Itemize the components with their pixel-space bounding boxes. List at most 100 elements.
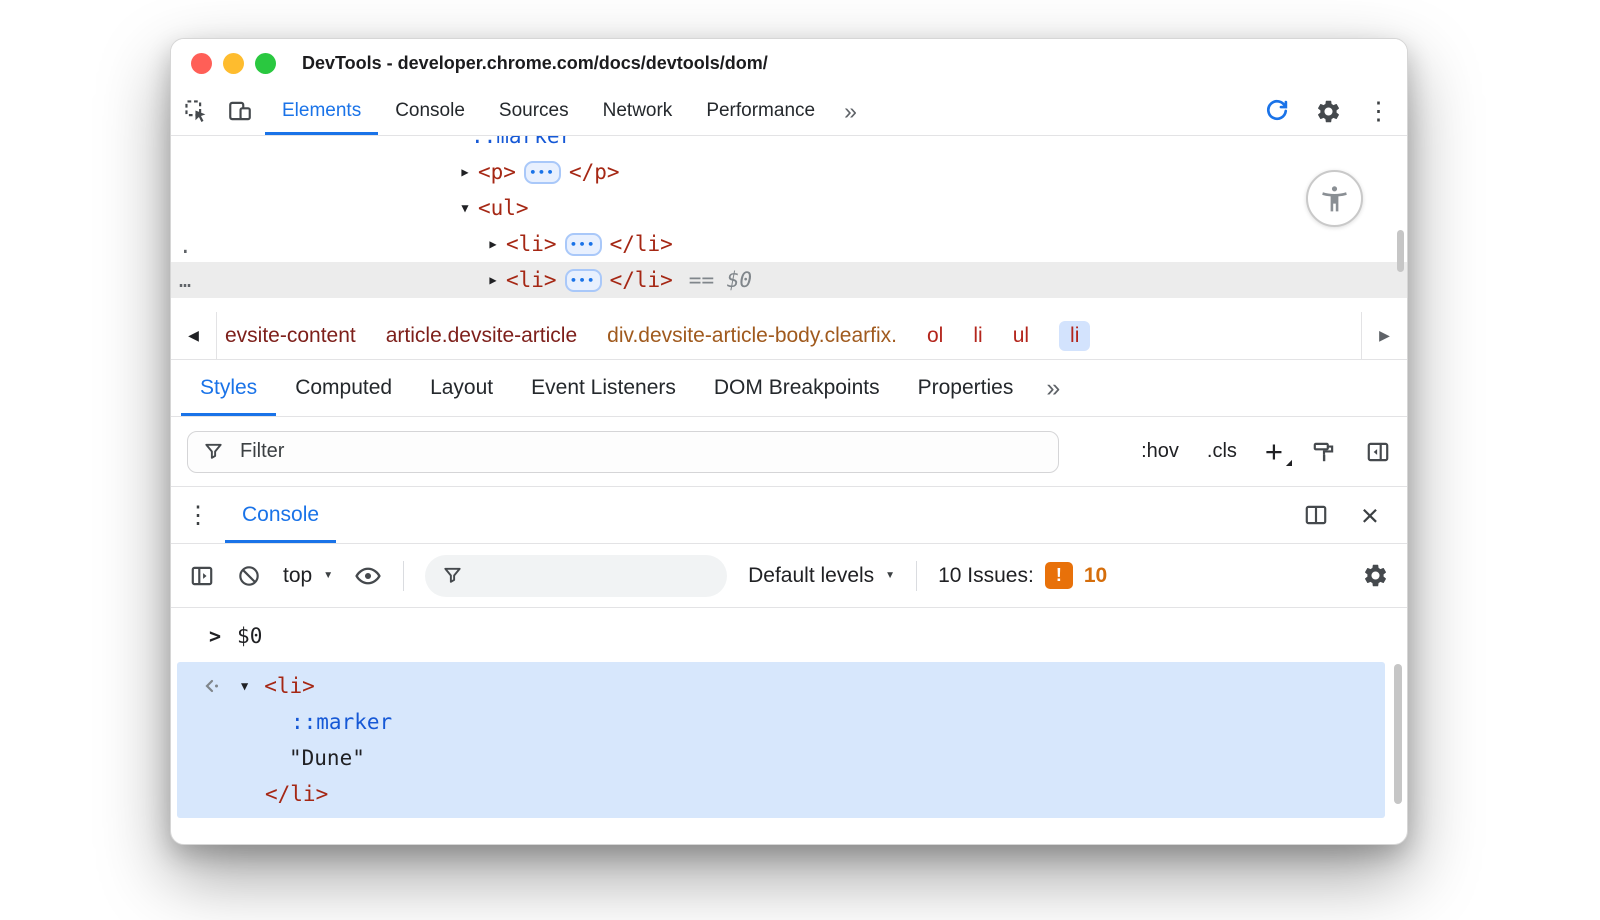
breadcrumb-item-div[interactable]: div.devsite-article-body.clearfix.: [607, 324, 897, 348]
tree-row-li-1[interactable]: ▶ <li> ••• </li>: [171, 226, 1407, 262]
breadcrumb-item-li-selected[interactable]: li: [1059, 321, 1090, 351]
breadcrumb-item-ol[interactable]: ol: [927, 324, 943, 348]
tag-open: <p>: [478, 160, 516, 184]
device-toolbar-icon[interactable]: [227, 98, 253, 124]
tab-computed[interactable]: Computed: [276, 360, 411, 416]
returned-value-arrow-icon: [201, 674, 225, 698]
console-sidebar-icon[interactable]: [189, 563, 215, 589]
chevron-down-icon: ▼: [885, 570, 895, 581]
gutter-dot: .: [179, 228, 192, 264]
breadcrumb-item-devsite-content[interactable]: evsite-content: [225, 324, 356, 348]
console-result-highlighted[interactable]: ▼ <li> ::marker "Dune" </li>: [177, 662, 1385, 818]
overflow-ellipsis: …: [179, 268, 191, 292]
breadcrumb-scroll-left-icon[interactable]: ◀: [171, 312, 217, 359]
breadcrumb-item-ul[interactable]: ul: [1013, 324, 1029, 348]
tag-close: </li>: [610, 232, 673, 256]
console-filter-input[interactable]: [475, 563, 711, 588]
live-expression-eye-icon[interactable]: [354, 562, 382, 590]
console-output: > $0 ▼ <li> ::marker "Dune" </li>: [171, 608, 1407, 844]
tag-open: <li>: [506, 268, 557, 292]
titlebar: DevTools - developer.chrome.com/docs/dev…: [171, 39, 1407, 87]
window-title: DevTools - developer.chrome.com/docs/dev…: [302, 53, 768, 74]
toggle-class-button[interactable]: .cls: [1207, 440, 1237, 463]
collapse-arrow-icon[interactable]: ▼: [452, 201, 478, 215]
new-style-rule-button[interactable]: +◢: [1265, 436, 1283, 467]
paint-roller-icon[interactable]: [1311, 439, 1337, 465]
result-open-tag: <li>: [264, 674, 315, 698]
tree-row-marker-clipped[interactable]: ::marker: [171, 136, 1407, 154]
issues-label: 10 Issues:: [938, 564, 1034, 588]
tab-styles[interactable]: Styles: [181, 360, 276, 416]
console-scrollbar-thumb[interactable]: [1394, 664, 1402, 804]
split-panel-icon[interactable]: [1303, 502, 1329, 528]
drawer-menu-kebab-icon[interactable]: ⋮: [171, 487, 225, 543]
styles-sidebar-tabs: Styles Computed Layout Event Listeners D…: [171, 360, 1407, 417]
close-window-button[interactable]: [191, 53, 212, 74]
issues-counter[interactable]: 10 Issues: ! 10: [938, 562, 1107, 589]
result-text-node[interactable]: "Dune": [289, 746, 365, 770]
tree-row-li-selected[interactable]: … ▶ <li> ••• </li> == $0: [171, 262, 1407, 298]
minimize-window-button[interactable]: [223, 53, 244, 74]
drawer-tab-console[interactable]: Console: [225, 487, 336, 543]
console-filter-box[interactable]: [425, 555, 727, 597]
expand-arrow-icon[interactable]: ▶: [480, 273, 506, 287]
tab-sources[interactable]: Sources: [482, 87, 586, 135]
filter-funnel-icon: [202, 440, 225, 463]
accessibility-overlay-button[interactable]: [1306, 170, 1363, 227]
close-drawer-icon[interactable]: ×: [1361, 500, 1379, 531]
toolbar-divider: [916, 561, 917, 591]
toolbar-divider: [403, 561, 404, 591]
panel-tabs: Elements Console Sources Network Perform…: [265, 87, 869, 135]
more-panels-icon[interactable]: »: [832, 87, 869, 135]
tag-open: <ul>: [478, 196, 529, 220]
tab-event-listeners[interactable]: Event Listeners: [512, 360, 695, 416]
issue-warning-icon: !: [1045, 562, 1073, 589]
log-levels-dropdown[interactable]: Default levels ▼: [748, 564, 895, 588]
refresh-devtools-icon[interactable]: [1263, 97, 1291, 125]
tab-properties[interactable]: Properties: [899, 360, 1033, 416]
tab-dom-breakpoints[interactable]: DOM Breakpoints: [695, 360, 899, 416]
toolbar-right-icons: ⋮: [1263, 87, 1391, 135]
context-selector-dropdown[interactable]: top ▼: [283, 564, 333, 588]
styles-filter-box[interactable]: [187, 431, 1059, 473]
settings-gear-icon[interactable]: [1315, 98, 1342, 125]
console-command-row[interactable]: > $0: [171, 618, 1407, 654]
tab-network[interactable]: Network: [586, 87, 690, 135]
toggle-hover-state-button[interactable]: :hov: [1141, 440, 1179, 463]
tab-layout[interactable]: Layout: [411, 360, 512, 416]
console-settings-gear-icon[interactable]: [1362, 562, 1389, 589]
tree-row-ul[interactable]: ▼ <ul>: [171, 190, 1407, 226]
breadcrumb-item-article[interactable]: article.devsite-article: [386, 324, 577, 348]
breadcrumb-item-li[interactable]: li: [973, 324, 982, 348]
tab-console[interactable]: Console: [378, 87, 482, 135]
result-pseudo-element[interactable]: ::marker: [291, 710, 392, 734]
inspect-element-icon[interactable]: [183, 98, 209, 124]
drawer-header-right: ×: [1303, 487, 1407, 543]
tag-close: </p>: [569, 160, 620, 184]
expand-arrow-icon[interactable]: ▶: [480, 237, 506, 251]
collapsed-content-icon[interactable]: •••: [565, 233, 602, 256]
clear-console-icon[interactable]: [236, 563, 262, 589]
fullscreen-window-button[interactable]: [255, 53, 276, 74]
selected-node-annotation: == $0: [689, 268, 752, 292]
collapsed-content-icon[interactable]: •••: [565, 269, 602, 292]
toggle-sidebar-icon[interactable]: [1365, 439, 1391, 465]
filter-funnel-icon: [441, 564, 464, 587]
tab-elements[interactable]: Elements: [265, 87, 378, 135]
more-options-kebab-icon[interactable]: ⋮: [1366, 99, 1391, 124]
tree-row-p[interactable]: ▶ <p> ••• </p>: [171, 154, 1407, 190]
more-styles-tabs-icon[interactable]: »: [1032, 360, 1074, 416]
result-close-tag: </li>: [265, 782, 328, 806]
console-command: $0: [237, 624, 262, 648]
collapsed-content-icon[interactable]: •••: [524, 161, 561, 184]
console-drawer-header: ⋮ Console ×: [171, 487, 1407, 544]
console-prompt-icon: >: [209, 624, 221, 648]
breadcrumb-scroll-right-icon[interactable]: ▶: [1361, 312, 1407, 359]
expand-arrow-icon[interactable]: ▶: [452, 165, 478, 179]
collapse-arrow-icon[interactable]: ▼: [241, 679, 248, 693]
elements-tree-panel: ::marker ▶ <p> ••• </p> ▼ <ul> ▶ <li> ••…: [171, 136, 1407, 312]
dom-scrollbar-thumb[interactable]: [1397, 230, 1404, 272]
styles-filter-input[interactable]: [238, 439, 1044, 464]
chevron-down-icon: ▼: [323, 570, 333, 581]
tab-performance[interactable]: Performance: [689, 87, 832, 135]
